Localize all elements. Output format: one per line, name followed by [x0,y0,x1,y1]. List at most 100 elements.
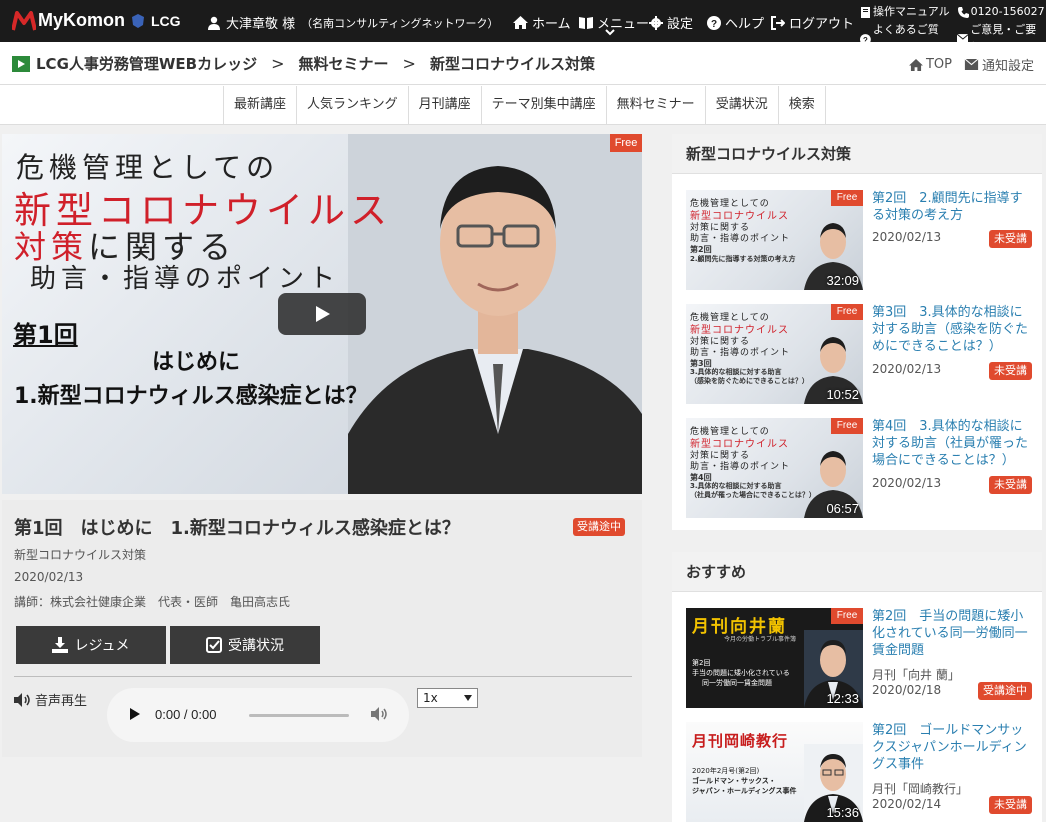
breadcrumb-item-college[interactable]: LCG人事労務管理WEBカレッジ [36,53,257,74]
video-thumbnail[interactable]: 危機管理としての 新型コロナウイルス 対策に関する 助言・指導のポイント 第3回… [686,304,863,404]
audio-player: 0:00 / 0:00 [107,688,409,742]
recommended-card[interactable]: 月刊岡崎教行 2020年2月号(第2回) ゴールドマン・サックス・ ジャパン・ホ… [686,722,1036,822]
free-badge: Free [831,190,863,206]
tab-ranking[interactable]: 人気ランキング [296,86,408,124]
thumb-text: （感染を防ぐためにできることは？） [690,377,809,385]
video-thumbnail[interactable]: 月刊岡崎教行 2020年2月号(第2回) ゴールドマン・サックス・ ジャパン・ホ… [686,722,863,822]
nav-logout[interactable]: ログアウト [771,13,854,32]
tab-theme[interactable]: テーマ別集中講座 [480,86,606,124]
speaker-icon [14,692,30,707]
playback-speed-select[interactable]: 1x [417,688,478,708]
card-date: 2020/02/18 [872,683,942,697]
nav-help-label: ヘルプ [725,17,765,32]
breadcrumb-item-seminar[interactable]: 無料セミナー [299,53,389,74]
resume-button[interactable]: レジュメ [16,626,166,664]
nav-help[interactable]: ? ヘルプ [707,13,764,32]
nav-home[interactable]: ホーム [513,13,571,32]
video-play-icon [12,55,30,72]
tab-monthly[interactable]: 月刊講座 [407,86,481,124]
card-title-link[interactable]: 第3回 3.具体的な相談に対する助言（感染を防ぐためにできることは？） [872,304,1032,355]
user-name: 大津章敬 様 [226,17,296,32]
thumb-text: 月刊岡崎教行 [692,732,789,750]
free-badge: Free [610,134,642,152]
top-link[interactable]: TOP [909,57,952,72]
nav-menu[interactable]: メニュー [579,13,649,36]
video-duration: 32:09 [826,273,859,288]
video-thumbnail[interactable]: 危機管理としての 新型コロナウイルス 対策に関する 助言・指導のポイント 第2回… [686,190,863,290]
card-source: 月刊「岡崎教行」 [872,782,969,796]
thumb-text: 助言・指導のポイント [690,348,791,358]
user-info[interactable]: 大津章敬 様 （名南コンサルティングネットワーク） [207,13,498,32]
status-badge: 未受講 [989,796,1032,814]
svg-text:?: ? [711,19,717,30]
tab-free-seminar[interactable]: 無料セミナー [605,86,705,124]
brand-name: MyKomon [38,10,125,30]
nav-settings-label: 設定 [667,17,694,32]
related-card[interactable]: 危機管理としての 新型コロナウイルス 対策に関する 助言・指導のポイント 第4回… [686,418,1036,518]
status-button[interactable]: 受講状況 [170,626,320,664]
category-nav: 最新講座 人気ランキング 月刊講座 テーマ別集中講座 無料セミナー 受講状況 検… [223,86,826,124]
playback-speed-value: 1x [423,691,438,705]
video-date: 2020/02/13 [14,570,84,584]
phone-label: 0120-156027 [970,5,1045,18]
audio-time: 0:00 / 0:00 [155,707,217,722]
video-duration: 06:57 [826,501,859,516]
breadcrumb-actions: TOP 通知設定 [897,55,1034,74]
checkbox-icon [206,637,222,653]
thumb-text: 2020年2月号(第2回) [692,767,760,775]
recommended-card[interactable]: 月刊向井蘭 今月の労働トラブル事件簿 第2回 手当の問題に矮小化されている 同一… [686,608,1036,708]
video-thumbnail[interactable]: 危機管理としての 新型コロナウイルス 対策に関する 助言・指導のポイント 第4回… [686,418,863,518]
top-link-label: TOP [925,57,952,72]
thumb-text: 今月の労働トラブル事件簿 [724,636,797,643]
volume-icon[interactable] [371,706,389,722]
breadcrumb-separator: > [271,54,285,73]
audio-play-icon[interactable] [129,707,141,721]
card-title-link[interactable]: 第4回 3.具体的な相談に対する助言（社員が罹った場合にできることは？） [872,418,1032,469]
manual-link[interactable]: 操作マニュアル [860,3,950,21]
thumb-text: 第2回 [692,659,711,667]
related-card[interactable]: 危機管理としての 新型コロナウイルス 対策に関する 助言・指導のポイント 第2回… [686,190,1036,290]
divider [14,676,632,677]
audio-label-text: 音声再生 [35,694,88,709]
tab-status[interactable]: 受講状況 [704,86,778,124]
slide-heading: はじめに [152,350,241,375]
video-thumbnail[interactable]: 月刊向井蘭 今月の労働トラブル事件簿 第2回 手当の問題に矮小化されている 同一… [686,608,863,708]
help-icon: ? [707,15,721,30]
video-category[interactable]: 新型コロナウイルス対策 [14,546,146,563]
manual-book-icon [861,6,870,18]
logo[interactable]: MyKomon LCG [12,10,181,31]
slide-line-4: 助言・指導のポイント [30,264,341,294]
related-card[interactable]: 危機管理としての 新型コロナウイルス 対策に関する 助言・指導のポイント 第3回… [686,304,1036,404]
play-icon [316,306,330,322]
notify-settings-link[interactable]: 通知設定 [964,55,1034,74]
thumb-text: （社員が罹った場合にできることは？） [690,491,816,499]
lcg-emblem-icon [132,13,144,28]
card-title-link[interactable]: 第2回 2.顧問先に指導する対策の考え方 [872,190,1032,224]
free-badge: Free [831,304,863,320]
lecturer-photo [348,134,642,494]
status-button-label: 受講状況 [228,638,284,654]
chevron-down-icon [605,29,615,36]
audio-progress-slider[interactable] [249,714,349,717]
nav-settings[interactable]: 設定 [649,13,693,32]
brand-sub: LCG [151,12,181,29]
related-heading: 新型コロナウイルス対策 [672,134,1042,174]
related-panel: 新型コロナウイルス対策 危機管理としての 新型コロナウイルス 対策に関する 助言… [672,134,1042,530]
user-icon [208,16,220,30]
phone-number[interactable]: 0120-156027 [957,3,1045,21]
tab-search[interactable]: 検索 [777,86,826,124]
download-icon [52,637,69,653]
play-button[interactable] [278,293,366,335]
thumb-text: ゴールドマン・サックス・ [692,777,776,785]
recommended-panel: おすすめ 月刊向井蘭 今月の労働トラブル事件簿 第2回 手当の問題に矮小化されて… [672,552,1042,822]
notify-settings-label: 通知設定 [981,59,1034,74]
card-title-link[interactable]: 第2回 手当の問題に矮小化されている同一労働同一賃金問題 [872,608,1032,659]
phone-icon [957,6,969,18]
free-badge: Free [831,608,863,624]
thumb-text: ジャパン・ホールディングス事件 [692,787,797,795]
logout-icon [771,15,785,30]
thumb-text: 手当の問題に矮小化されている [692,669,790,677]
tab-latest[interactable]: 最新講座 [223,86,296,124]
video-title: 第1回 はじめに 1.新型コロナウィルス感染症とは？ [14,518,460,539]
card-title-link[interactable]: 第2回 ゴールドマンサックスジャパンホールディングス事件 [872,722,1032,773]
